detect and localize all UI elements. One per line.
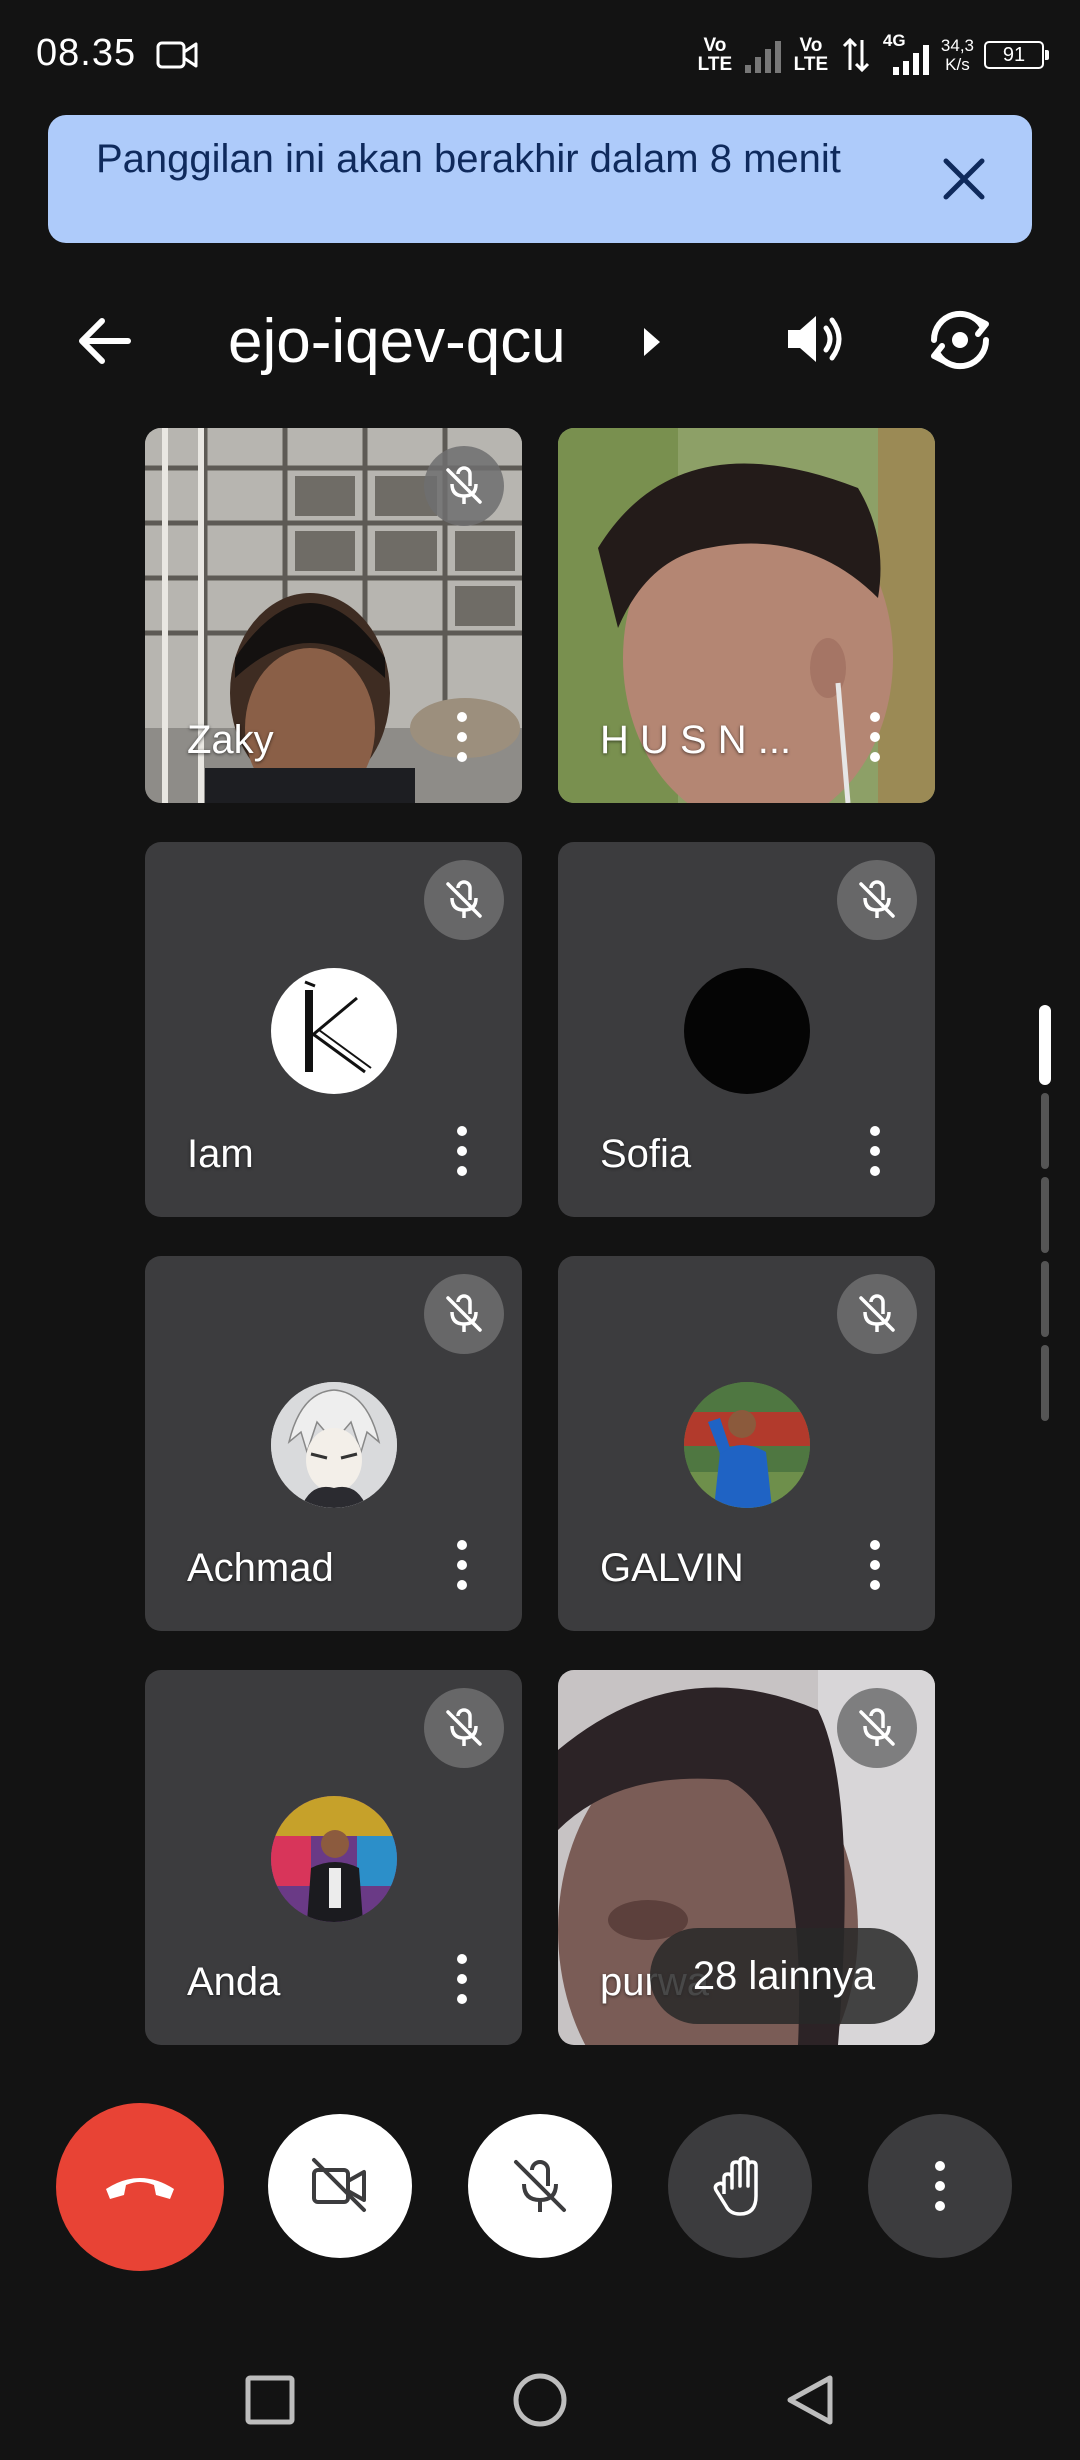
more-vert-icon[interactable] <box>863 1121 887 1181</box>
camera-toggle-button[interactable] <box>268 2114 412 2258</box>
home-icon[interactable] <box>510 2370 570 2430</box>
muted-indicator <box>837 1688 917 1768</box>
chevron-right-icon[interactable] <box>640 324 664 360</box>
photo-avatar <box>271 1796 397 1922</box>
status-time: 08.35 <box>36 32 137 74</box>
participant-name: GALVIN <box>600 1546 744 1590</box>
anime-avatar <box>271 1382 397 1508</box>
volte-indicator-2: Vo LTE <box>793 35 829 75</box>
system-nav-bar <box>0 2330 1080 2460</box>
participant-tile-iam[interactable]: Iam <box>145 842 522 1217</box>
more-vert-icon <box>935 2161 945 2211</box>
signal-4g-icon: 4G <box>881 31 931 75</box>
screen-record-icon <box>156 41 198 69</box>
participant-tile-anda[interactable]: Anda <box>145 1670 522 2045</box>
participant-name: Sofia <box>600 1132 692 1176</box>
data-transfer-icon <box>842 37 869 73</box>
end-call-button[interactable] <box>56 2103 224 2271</box>
call-ending-banner: Panggilan ini akan berakhir dalam 8 meni… <box>48 115 1032 243</box>
more-participants-button[interactable]: 28 lainnya <box>650 1928 918 2024</box>
mic-off-icon <box>446 880 482 918</box>
participant-tile-husn[interactable]: H U S N ... <box>558 428 935 803</box>
back-icon[interactable] <box>780 2370 840 2430</box>
speaker-icon[interactable] <box>778 302 852 376</box>
more-options-button[interactable] <box>868 2114 1012 2258</box>
muted-indicator <box>424 446 504 526</box>
more-vert-icon[interactable] <box>450 1949 474 2009</box>
mic-off-icon <box>514 2160 566 2212</box>
mic-off-icon <box>446 466 482 504</box>
signal-icon <box>744 37 781 73</box>
camera-off-icon <box>312 2158 366 2212</box>
more-vert-icon[interactable] <box>863 707 887 767</box>
net-speed: 34,3 K/s <box>941 36 974 74</box>
participant-tile-galvin[interactable]: GALVIN <box>558 1256 935 1631</box>
back-arrow-icon[interactable] <box>70 306 140 376</box>
raise-hand-button[interactable] <box>668 2114 812 2258</box>
mic-off-icon <box>859 1294 895 1332</box>
recent-apps-icon[interactable] <box>240 2370 300 2430</box>
muted-indicator <box>424 1274 504 1354</box>
mic-off-icon <box>446 1708 482 1746</box>
more-vert-icon[interactable] <box>450 707 474 767</box>
muted-indicator <box>837 860 917 940</box>
banner-message: Panggilan ini akan berakhir dalam 8 meni… <box>96 137 841 181</box>
net-speed-unit: K/s <box>945 55 970 74</box>
switch-camera-icon[interactable] <box>920 300 1000 380</box>
mic-off-icon <box>446 1294 482 1332</box>
raise-hand-icon <box>713 2156 758 2216</box>
black-circle-avatar <box>684 968 810 1094</box>
meet-call-screen: 08.35 Vo LTE Vo LTE 4G 34,3 K/s 91 Pangg… <box>0 0 1080 2460</box>
phone-hangup-icon <box>106 2178 174 2199</box>
call-header: ejo-iqev-qcu <box>0 290 1080 390</box>
mic-off-icon <box>859 1708 895 1746</box>
participant-name: Zaky <box>187 718 274 762</box>
participant-name: H U S N ... <box>600 718 792 762</box>
muted-indicator <box>424 1688 504 1768</box>
muted-indicator <box>424 860 504 940</box>
battery-level: 91 <box>1002 44 1026 66</box>
battery-icon: 91 <box>984 41 1049 69</box>
more-vert-icon[interactable] <box>863 1535 887 1595</box>
participant-tile-achmad[interactable]: Achmad <box>145 1256 522 1631</box>
participant-tile-zaky[interactable]: Zaky <box>145 428 522 803</box>
mic-off-icon <box>859 880 895 918</box>
more-vert-icon[interactable] <box>450 1121 474 1181</box>
status-bar: 08.35 Vo LTE Vo LTE 4G 34,3 K/s 91 <box>0 0 1080 110</box>
status-icons: Vo LTE Vo LTE 4G 34,3 K/s 91 <box>695 30 1049 80</box>
more-vert-icon[interactable] <box>450 1535 474 1595</box>
participant-name: Iam <box>187 1132 254 1176</box>
net-speed-value: 34,3 <box>940 36 974 55</box>
meeting-code[interactable]: ejo-iqev-qcu <box>228 306 566 378</box>
scroll-indicator[interactable] <box>1039 1005 1051 1425</box>
muted-indicator <box>837 1274 917 1354</box>
mic-toggle-button[interactable] <box>468 2114 612 2258</box>
volte-indicator: Vo LTE <box>697 35 733 75</box>
participant-tile-sofia[interactable]: Sofia <box>558 842 935 1217</box>
participant-name: Achmad <box>187 1546 334 1590</box>
photo-avatar <box>684 1382 810 1508</box>
participant-name: Anda <box>187 1960 281 2004</box>
close-icon[interactable] <box>936 151 992 207</box>
k-logo-avatar <box>271 968 397 1094</box>
